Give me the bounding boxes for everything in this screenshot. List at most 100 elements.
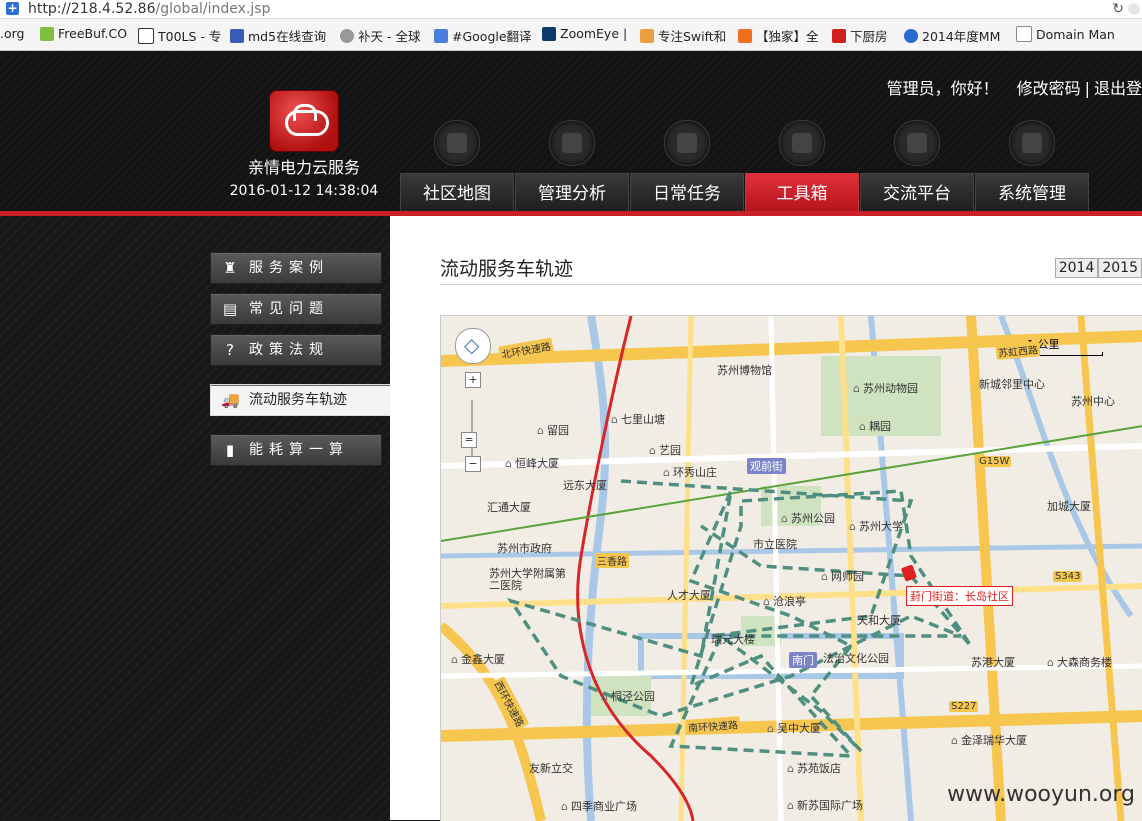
sidebar-item-faq[interactable]: ▤ 常见问题 — [210, 293, 382, 325]
map-label: 艺园 — [649, 442, 681, 458]
bookmark-item[interactable]: Domain Man — [1016, 26, 1115, 42]
document-icon: ▤ — [222, 300, 238, 318]
map-label: 瑞元大楼 — [711, 633, 755, 646]
tab-community-map[interactable]: 社区地图 — [400, 173, 514, 212]
bookmark-item[interactable]: T00LS - 专 — [138, 26, 221, 45]
bookmark-item[interactable]: 下厨房 — [832, 26, 888, 45]
bookmark-item[interactable]: 【独家】全 — [738, 26, 819, 45]
address-bar[interactable]: + http://218.4.52.86/global/index.jsp ↻ — [0, 0, 1142, 19]
map-label: 苏港大厦 — [971, 656, 1015, 669]
zoom-out-button[interactable]: − — [465, 456, 481, 472]
year-2014[interactable]: 2014 — [1054, 258, 1099, 278]
map-label: 三香路 — [595, 553, 629, 568]
truck-icon: 🚚 — [221, 391, 240, 409]
tab-system-management[interactable]: 系统管理 — [975, 173, 1089, 212]
map-marker-icon[interactable] — [900, 564, 918, 582]
bookmark-item[interactable]: FreeBuf.CO — [40, 26, 127, 41]
tools-icon — [138, 27, 154, 44]
map-label: 七里山塘 — [611, 411, 665, 427]
url-text[interactable]: http://218.4.52.86/global/index.jsp — [28, 0, 270, 18]
map-label: 苏州公园 — [781, 510, 835, 526]
butian-icon — [340, 28, 354, 43]
reload-icon[interactable]: ↻ — [1112, 0, 1124, 18]
map-label: 金泽瑞华大厦 — [951, 732, 1027, 748]
wrench-icon[interactable] — [779, 120, 825, 166]
map-label: 新城邻里中心 — [979, 378, 1045, 391]
change-password-link[interactable]: 修改密码 — [1017, 79, 1081, 98]
map-search-icon[interactable] — [434, 120, 480, 166]
map-label: 法治文化公园 — [823, 652, 889, 665]
map-label: 人才大厦 — [667, 589, 711, 602]
map-label: 环秀山庄 — [663, 464, 717, 480]
tab-toolbox[interactable]: 工具箱 — [745, 173, 859, 212]
sidebar-item-cases[interactable]: ♜ 服务案例 — [210, 252, 382, 284]
datetime: 2016-01-12 14:38:04 — [229, 183, 379, 199]
watermark: www.wooyun.org — [947, 782, 1135, 807]
pan-icon[interactable] — [455, 328, 491, 364]
map-label: S343 — [1053, 571, 1083, 582]
bookmark-item[interactable]: md5在线查询 — [230, 26, 326, 45]
bookmarks-bar: .org FreeBuf.CO T00LS - 专 md5在线查询 补天 - 全… — [0, 19, 1142, 51]
separator: | — [1084, 79, 1090, 98]
map-label: 网师园 — [821, 568, 864, 584]
map-label: 市立医院 — [753, 538, 797, 551]
site-icon: + — [6, 1, 19, 15]
bar-chart-icon: ▮ — [225, 441, 235, 459]
freebuf-icon — [40, 26, 54, 41]
bookmark-item[interactable]: 专注Swift和 — [640, 26, 726, 45]
swift-icon — [640, 28, 654, 43]
map-label: 苏州博物馆 — [717, 364, 772, 377]
bookmark-item[interactable]: .org — [0, 26, 24, 41]
bookmark-item[interactable]: 2014年度MM — [904, 26, 1000, 45]
sidebar-item-service-vehicle[interactable]: 🚚 流动服务车轨迹 — [210, 384, 392, 416]
map-label: 汇通大厦 — [487, 501, 531, 514]
tab-management-analysis[interactable]: 管理分析 — [515, 173, 629, 212]
marker-label: 葑门街道：长岛社区 — [906, 586, 1013, 606]
map-label: 新苏国际广场 — [787, 797, 863, 813]
map-label: 友新立交 — [529, 762, 573, 775]
task-icon[interactable] — [664, 120, 710, 166]
map-label: 桐泾公园 — [601, 688, 655, 704]
map-label: 四季商业广场 — [561, 798, 637, 814]
zoom-slider[interactable] — [471, 400, 473, 460]
page-icon — [1016, 26, 1032, 42]
medal-icon: ♜ — [223, 259, 237, 277]
brand-name: 亲情电力云服务 — [247, 158, 360, 177]
map-label: 吴中大厦 — [767, 720, 821, 736]
bird-icon — [738, 28, 752, 43]
map-label: 加城大厦 — [1047, 500, 1091, 513]
user-bar: 管理员，你好！ 修改密码 | 退出登 — [869, 75, 1142, 99]
map-label: 苏苑饭店 — [787, 760, 841, 776]
sidebar-item-energy-calc[interactable]: ▮ 能耗算一算 — [210, 434, 382, 466]
map-zoom-control: + = − — [455, 328, 491, 472]
bookmark-item[interactable]: 补天 - 全球 — [340, 26, 420, 45]
sidebar-item-policy[interactable]: ? 政策法规 — [210, 334, 382, 366]
map-label: 耦园 — [859, 418, 891, 434]
bookmark-item[interactable]: ZoomEye | — [542, 26, 627, 41]
route-map[interactable]: + = − 1 公里 北环快速路 苏虹西路 南环快速路 三香路 西环快速路 S3… — [440, 315, 1142, 821]
map-label: 苏州中心 — [1071, 395, 1115, 408]
map-label: 留园 — [537, 422, 569, 438]
bookmark-item[interactable]: #Google翻译 — [434, 26, 532, 45]
tab-daily-tasks[interactable]: 日常任务 — [630, 173, 744, 212]
zoom-in-button[interactable]: + — [465, 372, 481, 388]
tab-exchange-platform[interactable]: 交流平台 — [860, 173, 974, 212]
year-selector: 2014 2015 — [1054, 258, 1142, 278]
menu-icon[interactable] — [1128, 3, 1140, 15]
year-2015[interactable]: 2015 — [1098, 258, 1142, 278]
map-label: 苏州大学附属第二医院 — [489, 567, 566, 592]
map-label: 苏州市政府 — [497, 542, 552, 555]
map-label: 苏州大学 — [849, 518, 903, 534]
settings-icon[interactable] — [1009, 120, 1055, 166]
zoom-handle[interactable]: = — [461, 432, 477, 448]
google-translate-icon — [434, 28, 448, 43]
play-icon — [904, 28, 918, 43]
logout-link[interactable]: 退出登 — [1094, 79, 1142, 98]
greeting: 管理员，你好！ — [886, 79, 999, 98]
bar-chart-icon[interactable] — [549, 120, 595, 166]
chat-icon[interactable] — [894, 120, 940, 166]
map-label: 金鑫大厦 — [451, 651, 505, 667]
map-label: 沧浪亭 — [763, 593, 806, 609]
map-label: 南门 — [789, 652, 817, 668]
grid-icon — [230, 28, 244, 43]
